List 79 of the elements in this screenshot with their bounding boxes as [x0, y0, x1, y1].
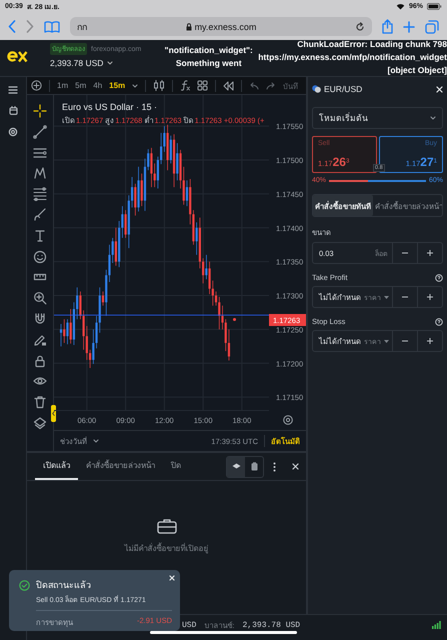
more-icon — [273, 462, 276, 472]
close-icon — [292, 463, 299, 470]
view-toggle-button[interactable] — [227, 456, 245, 476]
function-icon[interactable] — [180, 80, 190, 91]
timeframe-tab[interactable]: 15m — [109, 81, 126, 90]
layers-icon[interactable] — [33, 416, 47, 430]
list-icon[interactable] — [8, 86, 18, 94]
error-text: "notification_widget": — [164, 44, 253, 57]
fibonacci-icon[interactable] — [33, 187, 47, 202]
reload-icon[interactable] — [355, 22, 365, 32]
logo-icon — [7, 50, 28, 63]
signal-icon — [432, 621, 441, 629]
text-cursor-icon[interactable] — [33, 228, 47, 243]
error-text: [object Object] — [387, 64, 447, 76]
trend-line-icon[interactable] — [33, 124, 47, 139]
mode-label: โหมดเริ่มต้น — [319, 111, 368, 125]
pattern-icon[interactable] — [33, 166, 47, 180]
clipboard-icon — [250, 462, 258, 471]
close-icon — [169, 575, 175, 581]
rewind-icon[interactable] — [223, 80, 234, 90]
lock-icon[interactable] — [33, 354, 47, 368]
caret-icon[interactable] — [107, 61, 114, 65]
currency-text: USD — [182, 620, 196, 630]
parallel-lines-icon[interactable] — [33, 146, 47, 160]
reader-button[interactable]: กก — [77, 20, 87, 34]
chevron-down-icon[interactable] — [132, 84, 138, 88]
empty-message: ไม่มีคำสั่งซื้อขายที่เปิดอยู่ — [124, 542, 208, 555]
flags-icon — [312, 85, 321, 93]
share-icon[interactable] — [382, 19, 393, 34]
plus-icon[interactable] — [403, 20, 415, 32]
settings-icon[interactable] — [283, 415, 293, 425]
timeframe-tab[interactable]: 1m — [57, 81, 68, 90]
symbol-name: EUR/USD — [324, 84, 362, 94]
settings-icon[interactable] — [8, 127, 18, 137]
timeframe-tab[interactable]: 4h — [93, 81, 102, 90]
zoom-in-icon[interactable] — [33, 291, 47, 306]
help-icon — [435, 318, 443, 326]
dot-icon — [232, 318, 236, 320]
chart-title: Euro vs US Dollar · 15 · — [62, 102, 158, 112]
magnet-icon[interactable] — [33, 312, 47, 326]
error-text: Something went — [176, 57, 242, 70]
toast-title: ปิดสถานะแล้ว — [36, 579, 91, 592]
layers-icon — [232, 463, 240, 470]
balance-value: 2,393.78 USD — [242, 620, 300, 630]
check-circle-icon — [19, 580, 30, 590]
collapse-handle-icon[interactable] — [51, 405, 56, 422]
timeframe-tab[interactable]: 5m — [75, 81, 86, 90]
candles-icon[interactable] — [153, 80, 166, 91]
wifi-icon — [396, 3, 405, 10]
error-text: https://my.exness.com/mfp/notification_widget — [258, 51, 447, 64]
book-icon[interactable] — [44, 20, 60, 32]
close-icon[interactable] — [436, 86, 443, 92]
lock-icon — [186, 22, 192, 30]
chevron-down-icon[interactable] — [430, 116, 436, 120]
error-text: ChunkLoadError: Loading chunk 798 — [297, 40, 447, 51]
brush-icon[interactable] — [33, 208, 47, 222]
undo-icon[interactable] — [249, 82, 260, 90]
add-icon[interactable] — [31, 80, 42, 91]
chevron-down-icon[interactable] — [93, 439, 99, 443]
tabs-icon[interactable] — [425, 20, 439, 34]
positions-tab[interactable]: เปิดแล้ว — [35, 453, 78, 480]
calendar-icon[interactable] — [8, 106, 18, 115]
positions-tab[interactable]: คำสั่งซื้อขายล่วงหน้า — [78, 453, 163, 480]
address-bar[interactable]: กก my.exness.com — [70, 17, 372, 36]
grid-icon[interactable] — [197, 80, 208, 91]
briefcase-icon — [156, 518, 176, 534]
help-icon — [435, 274, 443, 282]
close-button[interactable] — [169, 575, 175, 581]
smiley-icon[interactable] — [33, 250, 47, 264]
pencil-lock-icon[interactable] — [33, 332, 47, 347]
trash-icon[interactable] — [33, 395, 47, 410]
redo-icon[interactable] — [266, 82, 276, 90]
crosshair-icon[interactable] — [33, 104, 47, 118]
battery-icon — [427, 3, 442, 10]
url-text: my.exness.com — [194, 22, 256, 32]
positions-tab[interactable]: ปิด — [163, 453, 189, 480]
mode-dropdown[interactable]: โหมดเริ่มต้น — [312, 107, 443, 129]
account-balance[interactable]: 2,393.78 USD — [50, 58, 104, 68]
back-icon[interactable] — [8, 20, 16, 33]
